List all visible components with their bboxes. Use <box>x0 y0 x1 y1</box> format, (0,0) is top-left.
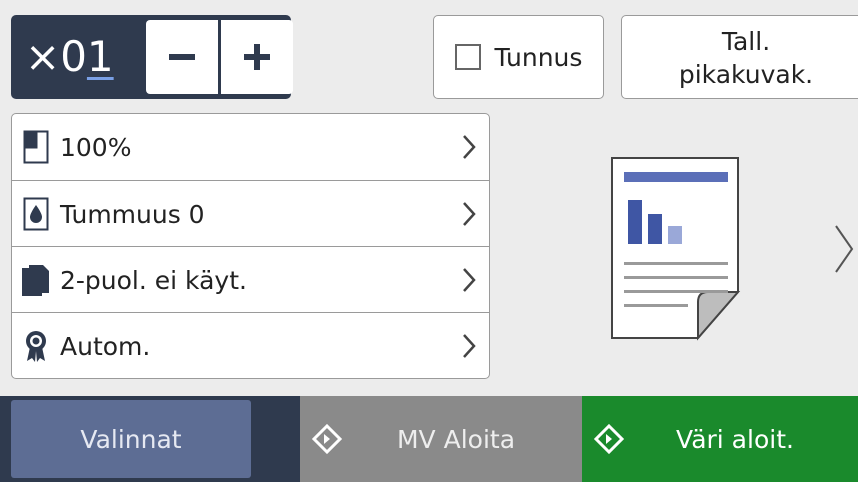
setting-label: Autom. <box>60 331 151 361</box>
bottom-action-bar: Valinnat MV Aloita Väri aloit. <box>0 396 858 482</box>
setting-label: Tummuus 0 <box>60 199 205 229</box>
setting-label: 2-puol. ei käyt. <box>60 265 247 295</box>
id-copy-label: Tunnus <box>494 42 583 72</box>
decrease-copies-button[interactable] <box>146 20 218 94</box>
start-diamond-icon <box>594 424 624 454</box>
quality-ribbon-icon <box>12 329 60 363</box>
chevron-right-icon <box>449 200 489 228</box>
setting-row-enlarge[interactable]: 100% <box>12 114 489 180</box>
options-label: Valinnat <box>80 424 182 454</box>
color-start-button[interactable]: Väri aloit. <box>582 396 858 482</box>
copies-stepper: ×01 <box>11 15 293 99</box>
setting-row-quality[interactable]: Autom. <box>12 312 489 379</box>
plus-icon <box>244 44 270 70</box>
next-page-arrow-icon[interactable] <box>832 222 856 280</box>
increase-copies-button[interactable] <box>221 20 293 94</box>
page-size-icon <box>12 130 60 164</box>
save-shortcut-label-line2: pikakuvak. <box>678 60 814 89</box>
options-button[interactable]: Valinnat <box>11 400 251 478</box>
save-shortcut-label-line1: Tall. <box>721 27 771 56</box>
duplex-icon <box>12 263 60 297</box>
start-diamond-icon <box>312 424 342 454</box>
mono-start-button[interactable]: MV Aloita <box>300 396 582 482</box>
color-start-label: Väri aloit. <box>676 424 794 454</box>
save-shortcut-button[interactable]: Tall. pikakuvak. <box>621 15 858 99</box>
copies-count-prefix: ×0 <box>25 32 87 81</box>
document-preview-icon <box>610 156 742 346</box>
chevron-right-icon <box>449 332 489 360</box>
copies-count[interactable]: ×01 <box>25 29 114 85</box>
setting-row-density[interactable]: Tummuus 0 <box>12 180 489 247</box>
setting-label: 100% <box>60 132 132 162</box>
copy-screen: ×01 Tunnus Tall. pikakuvak. 100% Tummuus… <box>0 0 858 396</box>
settings-list: 100% Tummuus 0 2-puol. ei käyt. Autom. <box>11 113 490 379</box>
chevron-right-icon <box>449 266 489 294</box>
id-copy-checkbox[interactable] <box>454 44 481 70</box>
setting-row-duplex[interactable]: 2-puol. ei käyt. <box>12 246 489 313</box>
copies-count-digit: 1 <box>86 32 114 81</box>
mono-start-label: MV Aloita <box>396 424 516 454</box>
minus-icon <box>169 54 195 60</box>
chevron-right-icon <box>449 133 489 161</box>
density-drop-icon <box>12 197 60 231</box>
id-copy-toggle[interactable]: Tunnus <box>433 15 604 99</box>
